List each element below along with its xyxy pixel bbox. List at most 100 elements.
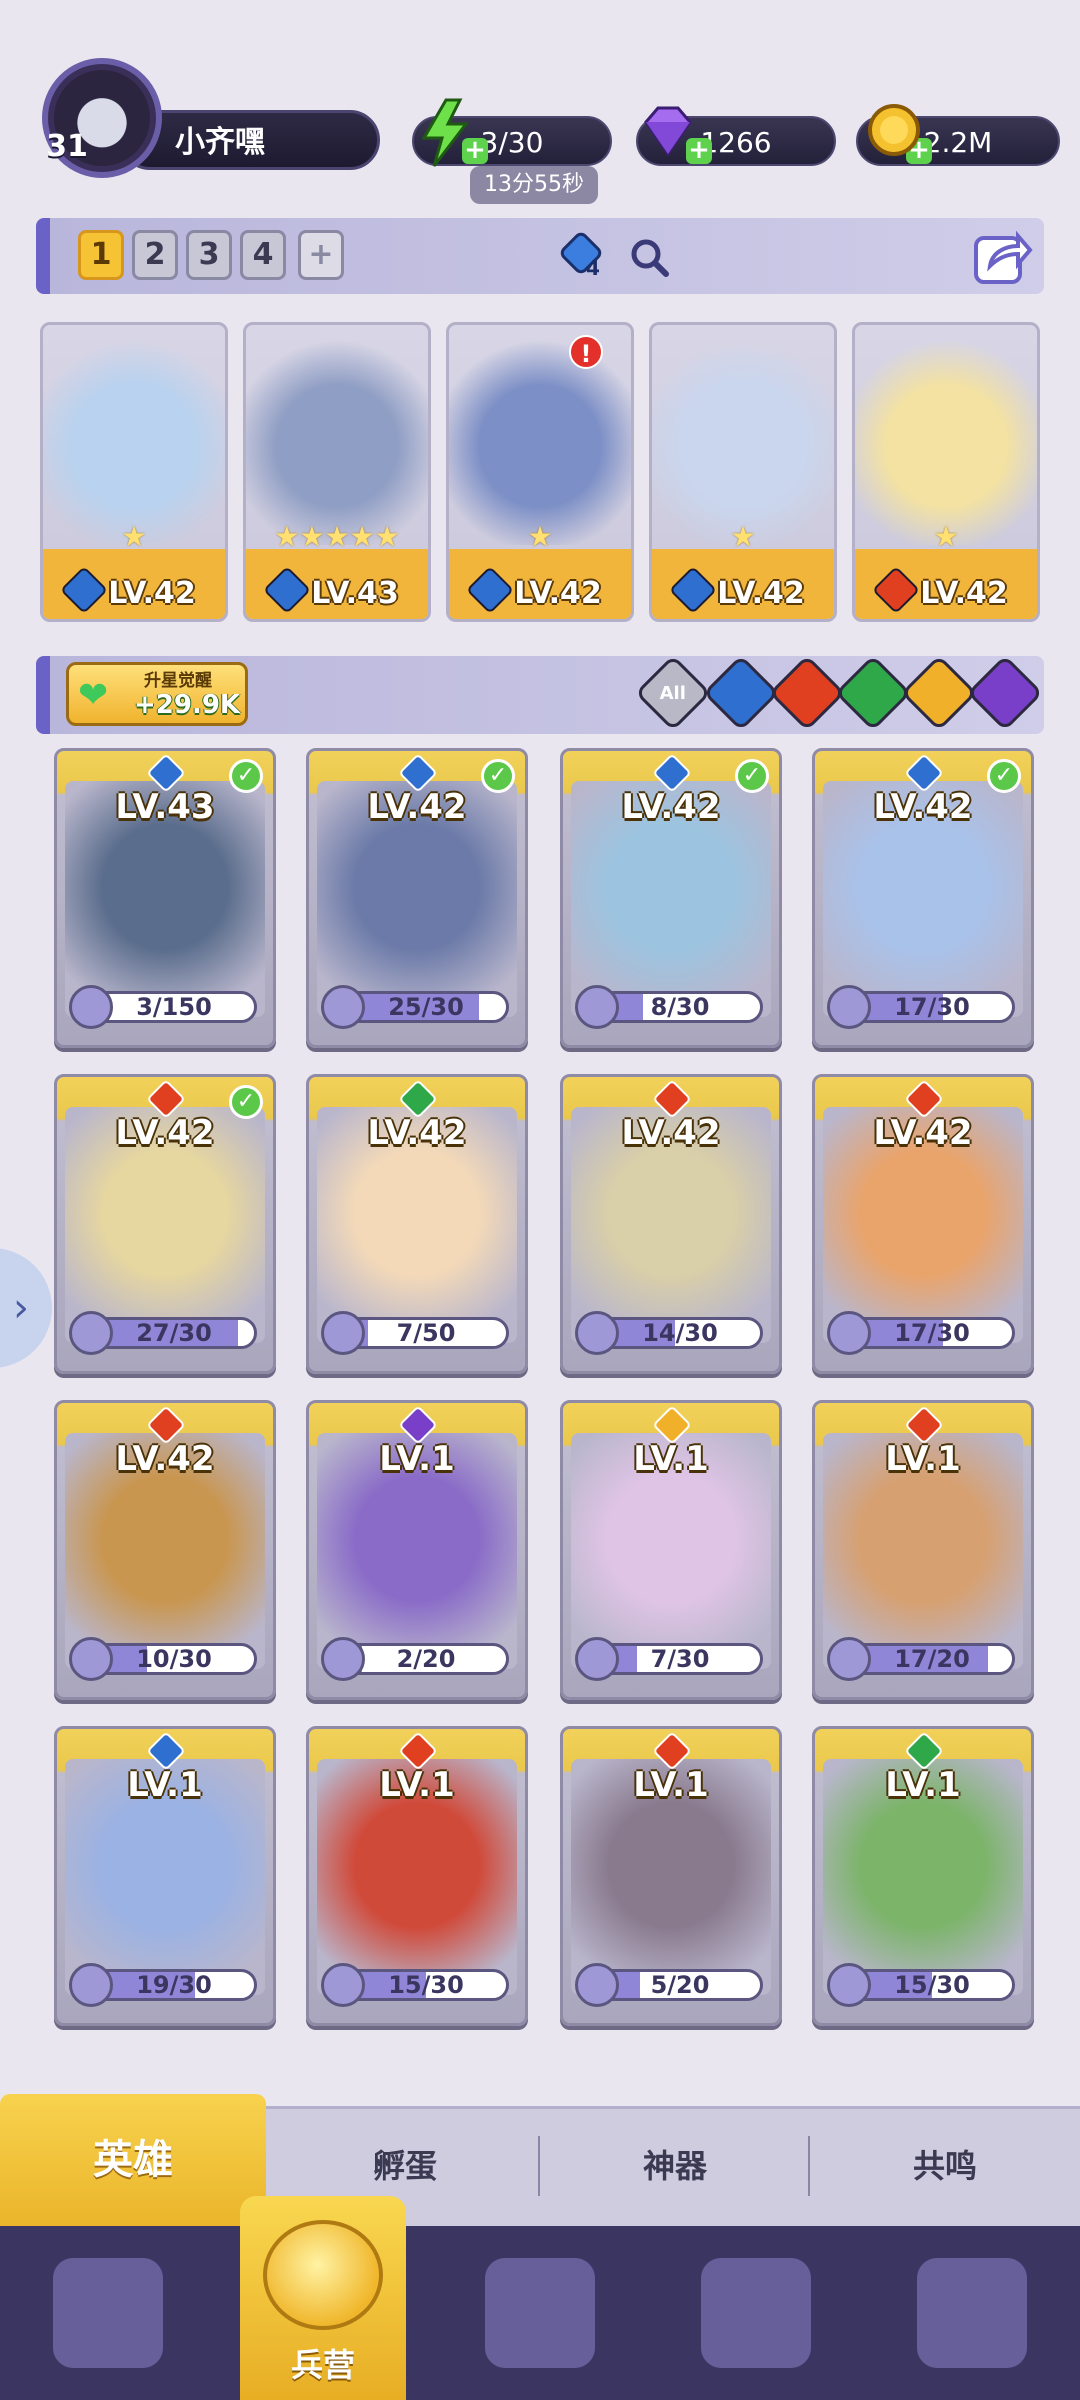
hero-level: LV.42: [621, 787, 721, 827]
hero-card[interactable]: LV.1 5/20: [560, 1726, 782, 2026]
team-tab-1[interactable]: 1: [78, 230, 124, 280]
hero-level: LV.42: [367, 787, 467, 827]
shard-count: 14/30: [642, 1319, 718, 1347]
barracks-icon: [263, 2220, 383, 2330]
shard-progress-bar: 10/30: [91, 1643, 257, 1675]
lineup-hero-card[interactable]: ★ LV.42: [852, 322, 1040, 622]
lineup-hero-card[interactable]: ★ LV.42: [40, 322, 228, 622]
shard-progress-bar: 7/50: [343, 1317, 509, 1349]
shard-icon: [827, 1963, 871, 2007]
hero-level: LV.1: [127, 1765, 203, 1805]
shard-progress-bar: 27/30: [91, 1317, 257, 1349]
hero-card[interactable]: LV.1 17/20: [812, 1400, 1034, 1700]
hero-card[interactable]: LV.1 15/30: [812, 1726, 1034, 2026]
team-tab-4[interactable]: 4: [240, 230, 286, 280]
shard-progress-bar: 3/150: [91, 991, 257, 1023]
lineup-hero-card[interactable]: ★★★★★ LV.43: [243, 322, 431, 622]
hero-level: LV.42: [514, 576, 602, 611]
nav-guild[interactable]: [864, 2226, 1080, 2400]
shard-progress-bar: 19/30: [91, 1969, 257, 2001]
hero-card[interactable]: LV.42 7/50: [306, 1074, 528, 1374]
hero-level: LV.1: [379, 1439, 455, 1479]
hero-card[interactable]: LV.1 15/30: [306, 1726, 528, 2026]
shard-count: 17/20: [894, 1645, 970, 1673]
shard-progress-bar: 17/30: [849, 991, 1015, 1023]
hero-level: LV.1: [885, 1439, 961, 1479]
hero-level: LV.42: [108, 576, 196, 611]
nav-cards[interactable]: [0, 2226, 216, 2400]
hero-level: LV.42: [717, 576, 805, 611]
filter-all-label: All: [659, 682, 687, 704]
shard-count: 7/50: [396, 1319, 456, 1347]
energy-timer: 13分55秒: [470, 166, 598, 204]
shard-progress-bar: 17/30: [849, 1317, 1015, 1349]
hero-level: LV.43: [311, 576, 399, 611]
shard-icon: [575, 1637, 619, 1681]
shard-icon: [321, 985, 365, 1029]
nav-shop[interactable]: [648, 2226, 864, 2400]
nav-barracks[interactable]: 兵营: [240, 2196, 406, 2400]
tab-resonance[interactable]: 共鸣: [810, 2106, 1080, 2226]
hero-level: LV.42: [920, 576, 1008, 611]
lightning-icon: [416, 98, 476, 168]
expand-side-arrow[interactable]: ›: [0, 1248, 52, 1368]
search-icon[interactable]: [628, 236, 672, 280]
hero-level: LV.1: [633, 1765, 709, 1805]
nav-map[interactable]: [432, 2226, 648, 2400]
shard-count: 17/30: [894, 993, 970, 1021]
team-badge-count: 4: [586, 256, 600, 280]
lineup-hero-card[interactable]: ★ LV.42!: [446, 322, 634, 622]
hero-card[interactable]: ✓ LV.42 25/30: [306, 748, 528, 1048]
shard-count: 15/30: [894, 1971, 970, 1999]
hero-card[interactable]: LV.1 19/30: [54, 1726, 276, 2026]
shard-count: 2/20: [396, 1645, 456, 1673]
shard-count: 7/30: [650, 1645, 710, 1673]
shard-count: 8/30: [650, 993, 710, 1021]
shard-icon: [827, 1311, 871, 1355]
shard-count: 15/30: [388, 1971, 464, 1999]
hero-card[interactable]: LV.1 7/30: [560, 1400, 782, 1700]
hero-level: LV.1: [885, 1765, 961, 1805]
awaken-value: +29.9K: [134, 690, 241, 720]
team-tab-3[interactable]: 3: [186, 230, 232, 280]
hero-level: LV.42: [115, 1439, 215, 1479]
add-team-button[interactable]: +: [298, 230, 344, 280]
hero-card[interactable]: ✓ LV.42 8/30: [560, 748, 782, 1048]
hero-portrait: [449, 325, 631, 545]
tab-artifacts[interactable]: 神器: [540, 2106, 810, 2226]
shard-count: 10/30: [136, 1645, 212, 1673]
shard-count: 19/30: [136, 1971, 212, 1999]
hero-card[interactable]: ✓ LV.43 3/150: [54, 748, 276, 1048]
lineup-hero-card[interactable]: ★ LV.42: [649, 322, 837, 622]
awaken-label: 升星觉醒: [144, 671, 212, 691]
shard-progress-bar: 14/30: [597, 1317, 763, 1349]
shard-icon: [321, 1637, 365, 1681]
shard-progress-bar: 15/30: [343, 1969, 509, 2001]
shard-progress-bar: 25/30: [343, 991, 509, 1023]
tab-heroes[interactable]: 英雄: [0, 2094, 266, 2226]
team-tab-2[interactable]: 2: [132, 230, 178, 280]
shard-icon: [827, 985, 871, 1029]
shard-count: 25/30: [388, 993, 464, 1021]
shard-icon: [69, 1311, 113, 1355]
alert-badge: !: [569, 335, 603, 369]
shard-progress-bar: 17/20: [849, 1643, 1015, 1675]
hero-card[interactable]: LV.1 2/20: [306, 1400, 528, 1700]
hero-card[interactable]: LV.42 14/30: [560, 1074, 782, 1374]
shard-icon: [827, 1637, 871, 1681]
share-icon[interactable]: [970, 224, 1034, 288]
cards-icon: [53, 2258, 163, 2368]
mushroom-house-icon: [917, 2258, 1027, 2368]
hero-card[interactable]: ✓ LV.42 17/30: [812, 748, 1034, 1048]
hero-card[interactable]: LV.42 10/30: [54, 1400, 276, 1700]
shard-count: 5/20: [650, 1971, 710, 1999]
coin-icon: [864, 98, 924, 168]
shard-icon: [575, 1963, 619, 2007]
shard-icon: [69, 1963, 113, 2007]
hero-level: LV.1: [379, 1765, 455, 1805]
hero-level: LV.42: [873, 1113, 973, 1153]
shard-icon: [575, 985, 619, 1029]
hero-card[interactable]: LV.42 17/30: [812, 1074, 1034, 1374]
hero-card[interactable]: ✓ LV.42 27/30: [54, 1074, 276, 1374]
hero-level: LV.42: [873, 787, 973, 827]
